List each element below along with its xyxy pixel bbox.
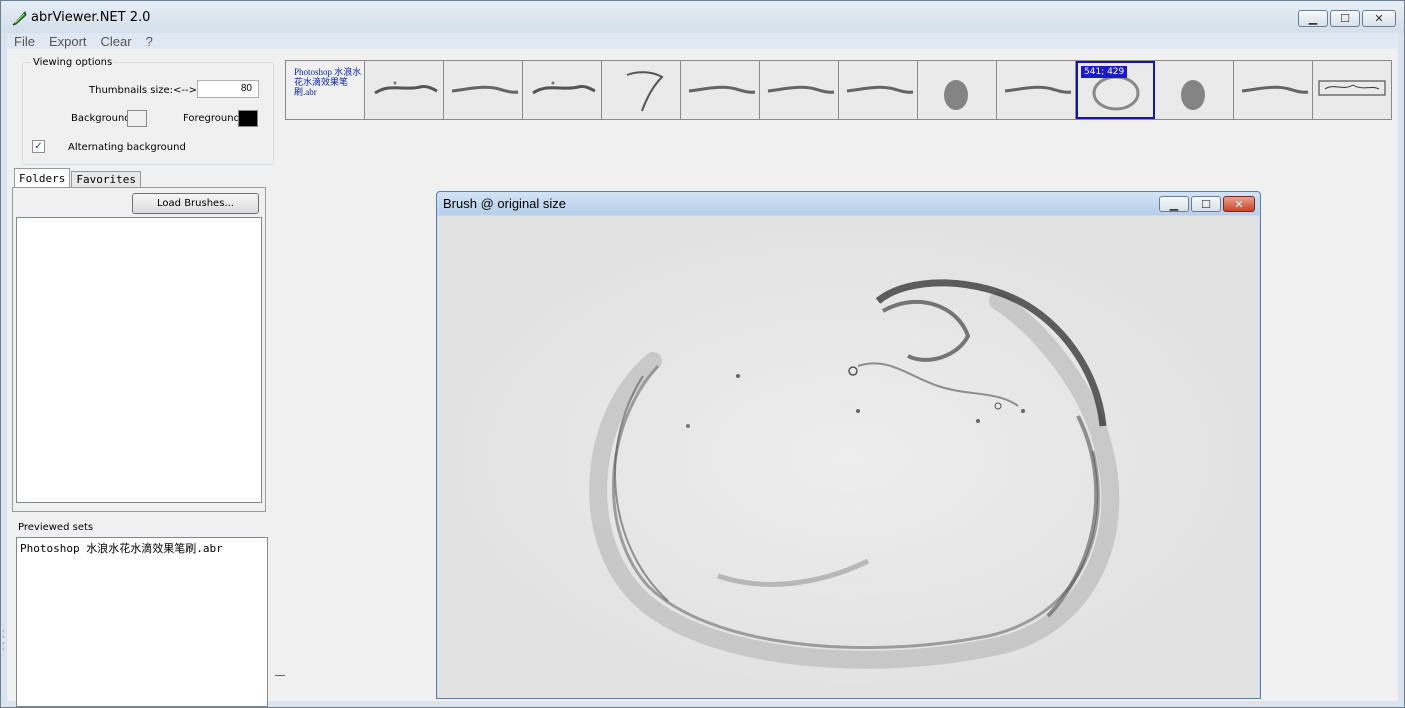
previewed-sets-label: Previewed sets bbox=[18, 522, 94, 533]
brush-thumbnail-image bbox=[1004, 85, 1072, 94]
brush-thumbnail[interactable] bbox=[1234, 61, 1313, 119]
alternating-checkbox[interactable]: ✓ bbox=[32, 140, 45, 153]
close-icon: ✕ bbox=[1234, 197, 1244, 211]
set-title-cell[interactable]: Photoshop 水浪水花水滴效果笔刷.abr bbox=[286, 61, 365, 119]
background-label: Background: bbox=[71, 113, 135, 124]
tab-favorites[interactable]: Favorites bbox=[71, 171, 141, 188]
brush-thumbnail-image bbox=[451, 85, 519, 94]
brush-thumbnail-image bbox=[767, 85, 835, 94]
brush-thumbnail[interactable] bbox=[681, 61, 760, 119]
window-title: abrViewer.NET 2.0 bbox=[31, 10, 151, 25]
folder-tree[interactable] bbox=[16, 217, 262, 503]
menu-help[interactable]: ? bbox=[139, 34, 160, 49]
brush-thumbnail[interactable] bbox=[365, 61, 444, 119]
brush-thumbnail[interactable] bbox=[444, 61, 523, 119]
brush-thumbnail-image bbox=[374, 81, 438, 95]
thumb-size-input[interactable]: 80 bbox=[197, 80, 259, 98]
foreground-label: Foreground: bbox=[183, 113, 244, 124]
thumb-size-label: Thumbnails size: bbox=[89, 85, 174, 96]
brush-thumbnail-image bbox=[688, 85, 756, 94]
maximize-button[interactable]: ☐ bbox=[1330, 10, 1360, 27]
background-color-swatch[interactable] bbox=[127, 110, 147, 127]
feather-icon bbox=[12, 11, 27, 26]
brush-thumbnail[interactable] bbox=[1313, 61, 1390, 119]
brush-thumbnail[interactable] bbox=[760, 61, 839, 119]
brush-size-badge: 541; 429 bbox=[1081, 66, 1128, 78]
menu-file[interactable]: File bbox=[7, 34, 42, 49]
brush-thumbnail[interactable]: 541; 429 bbox=[1076, 61, 1155, 119]
brush-thumbnail[interactable] bbox=[523, 61, 602, 119]
foreground-color-swatch[interactable] bbox=[238, 110, 258, 127]
brush-thumbnail[interactable] bbox=[1155, 61, 1234, 119]
brush-preview-window: Brush @ original size ▁ ☐ ✕ bbox=[436, 191, 1261, 699]
minimize-icon: ▁ bbox=[1169, 197, 1179, 211]
brush-thumbnail-image bbox=[944, 80, 968, 110]
brush-thumbnail[interactable] bbox=[997, 61, 1076, 119]
close-icon: ✕ bbox=[1374, 12, 1384, 25]
brush-thumbnail[interactable] bbox=[602, 61, 681, 119]
brush-thumbnail[interactable] bbox=[839, 61, 918, 119]
thumb-size-arrows: <--> bbox=[173, 85, 197, 96]
left-tabs: Folders Favorites bbox=[14, 168, 142, 188]
thumbnail-strip: Photoshop 水浪水花水滴效果笔刷.abr 541; 429 bbox=[285, 60, 1392, 120]
maximize-icon: ☐ bbox=[1340, 12, 1350, 25]
brush-thumbnail[interactable] bbox=[918, 61, 997, 119]
title-bar[interactable]: abrViewer.NET 2.0 ▁ ☐ ✕ bbox=[1, 1, 1404, 33]
load-brushes-button[interactable]: Load Brushes... bbox=[132, 193, 259, 214]
child-maximize-button[interactable]: ☐ bbox=[1191, 196, 1221, 212]
water-splash-image bbox=[438, 216, 1259, 698]
viewing-options-legend: Viewing options bbox=[31, 57, 115, 68]
brush-thumbnail-image bbox=[1241, 85, 1309, 94]
alternating-label: Alternating background bbox=[68, 142, 186, 153]
brush-thumbnail-image bbox=[626, 71, 664, 112]
tab-folders[interactable]: Folders bbox=[14, 168, 71, 188]
maximize-icon: ☐ bbox=[1201, 197, 1211, 211]
child-title-bar[interactable]: Brush @ original size ▁ ☐ ✕ bbox=[437, 192, 1260, 215]
child-window-title: Brush @ original size bbox=[443, 196, 567, 211]
child-close-button[interactable]: ✕ bbox=[1223, 196, 1255, 212]
brush-thumbnail-image bbox=[1318, 80, 1386, 96]
viewing-options-group: Viewing options Thumbnails size: <--> 80… bbox=[22, 57, 274, 165]
app-window: abrViewer.NET 2.0 ▁ ☐ ✕ File Export Clea… bbox=[0, 0, 1405, 708]
minimize-button[interactable]: ▁ bbox=[1298, 10, 1328, 27]
brush-preview-canvas bbox=[438, 216, 1259, 698]
resize-grip: · · · · bbox=[2, 627, 5, 654]
close-button[interactable]: ✕ bbox=[1362, 10, 1396, 27]
set-title: Photoshop 水浪水花水滴效果笔刷.abr bbox=[294, 67, 362, 97]
menu-export[interactable]: Export bbox=[42, 34, 94, 49]
folders-panel: Load Brushes... bbox=[12, 187, 266, 512]
brush-thumbnail-image bbox=[532, 81, 596, 95]
menu-bar: File Export Clear ? bbox=[7, 33, 1398, 49]
splitter-handle[interactable] bbox=[275, 675, 285, 676]
previewed-sets-list[interactable]: Photoshop 水浪水花水滴效果笔刷.abr bbox=[16, 537, 268, 707]
child-minimize-button[interactable]: ▁ bbox=[1159, 196, 1189, 212]
menu-clear[interactable]: Clear bbox=[94, 34, 139, 49]
client-area: Viewing options Thumbnails size: <--> 80… bbox=[7, 49, 1398, 707]
list-item[interactable]: Photoshop 水浪水花水滴效果笔刷.abr bbox=[20, 540, 223, 556]
minimize-icon: ▁ bbox=[1308, 12, 1318, 25]
brush-thumbnail-image bbox=[846, 85, 914, 94]
brush-thumbnail-image bbox=[1181, 80, 1205, 110]
